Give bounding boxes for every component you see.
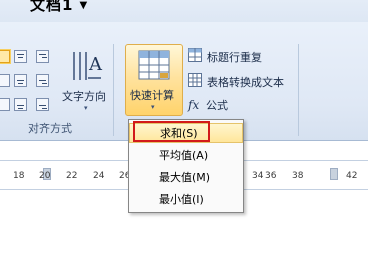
chevron-down-icon[interactable]: ▾ bbox=[84, 104, 88, 112]
align-bottom-left-button[interactable] bbox=[0, 98, 10, 111]
repeat-header-label: 标题行重复 bbox=[207, 50, 262, 64]
table-calc-icon bbox=[138, 50, 170, 80]
formula-icon: fx bbox=[188, 98, 200, 112]
align-top-right-button[interactable] bbox=[36, 50, 49, 63]
align-group-label: 对齐方式 bbox=[28, 122, 72, 135]
ruler-number: 38 bbox=[292, 171, 304, 181]
highlight-box bbox=[133, 121, 210, 142]
table-to-text-label: 表格转换成文本 bbox=[207, 75, 284, 89]
table-to-text-button[interactable]: 表格转换成文本 bbox=[188, 73, 284, 90]
ruler-number: 24 bbox=[93, 171, 105, 181]
table-to-text-icon bbox=[188, 73, 202, 90]
ruler-number: 22 bbox=[66, 171, 78, 181]
menu-item-average[interactable]: 平均值(A) bbox=[129, 145, 243, 165]
align-bottom-center-button[interactable] bbox=[14, 98, 27, 111]
repeat-header-row-button[interactable]: 标题行重复 bbox=[188, 48, 262, 65]
align-top-left-button[interactable] bbox=[0, 50, 10, 63]
document-title: 文档1 ▼ bbox=[30, 0, 89, 14]
ruler-number: 36 bbox=[265, 171, 277, 181]
ruler-number: 34 bbox=[252, 171, 264, 181]
formula-button[interactable]: fx 公式 bbox=[188, 97, 228, 113]
column-marker[interactable] bbox=[330, 168, 338, 180]
menu-item-max[interactable]: 最大值(M) bbox=[129, 167, 243, 187]
chevron-down-icon[interactable]: ▾ bbox=[151, 103, 155, 111]
group-divider bbox=[113, 44, 114, 136]
repeat-header-icon bbox=[188, 48, 202, 65]
align-top-center-button[interactable] bbox=[14, 50, 27, 63]
align-middle-center-button[interactable] bbox=[14, 74, 27, 87]
ruler-number: 42 bbox=[346, 171, 358, 181]
ruler-number: 20 bbox=[39, 171, 51, 181]
group-divider bbox=[298, 44, 299, 136]
ruler-number: 18 bbox=[13, 171, 25, 181]
align-bottom-right-button[interactable] bbox=[36, 98, 49, 111]
quick-calc-label[interactable]: 快速计算 bbox=[130, 87, 174, 103]
formula-label: 公式 bbox=[206, 99, 228, 112]
menu-item-min[interactable]: 最小值(I) bbox=[129, 189, 243, 209]
text-direction-icon[interactable]: A bbox=[70, 48, 104, 84]
dropdown-arrow-icon[interactable]: ▼ bbox=[79, 0, 88, 11]
text-direction-label[interactable]: 文字方向 bbox=[62, 88, 106, 104]
align-middle-left-button[interactable] bbox=[0, 74, 10, 87]
svg-text:A: A bbox=[88, 54, 103, 75]
align-middle-right-button[interactable] bbox=[36, 74, 49, 87]
